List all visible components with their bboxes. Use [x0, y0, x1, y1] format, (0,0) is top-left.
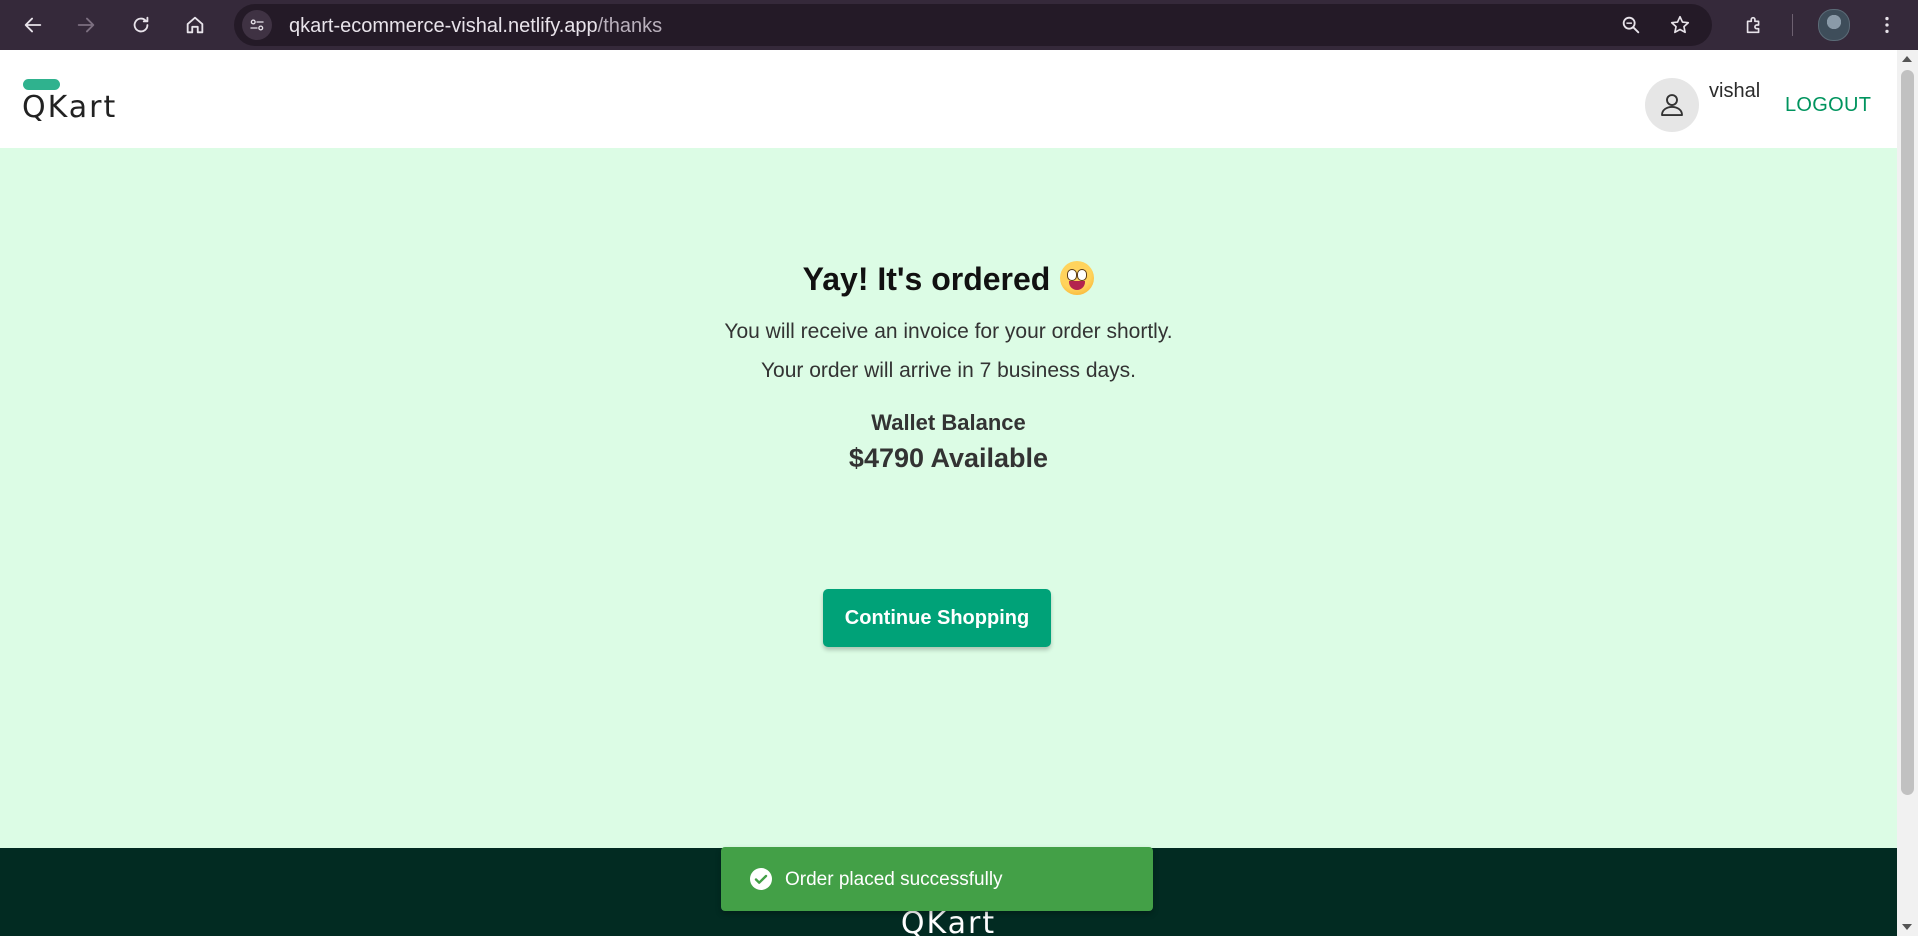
- username: vishal: [1709, 80, 1761, 102]
- browser-toolbar: qkart-ecommerce-vishal.netlify.app/thank…: [0, 0, 1918, 50]
- logo-accent: [23, 79, 60, 90]
- scroll-up-icon[interactable]: [1902, 56, 1912, 62]
- snackbar: Order placed successfully: [721, 847, 1153, 911]
- scroll-down-icon[interactable]: [1902, 924, 1912, 930]
- reload-icon[interactable]: [126, 10, 156, 40]
- logo[interactable]: QKart: [22, 90, 117, 125]
- profile-avatar[interactable]: [1818, 9, 1850, 41]
- wallet-amount: $4790 Available: [848, 443, 1049, 473]
- snackbar-message: Order placed successfully: [785, 869, 1003, 890]
- extensions-icon[interactable]: [1739, 10, 1769, 40]
- url-path: /thanks: [597, 15, 663, 37]
- order-success-section: Yay! It's ordered You will receive an in…: [0, 148, 1897, 848]
- back-arrow-icon[interactable]: [18, 10, 48, 40]
- page-title: Yay! It's ordered: [0, 261, 1897, 298]
- page: QKart vishal LOGOUT Yay! It's ordered Yo…: [0, 50, 1897, 936]
- scrollbar[interactable]: [1897, 50, 1918, 936]
- zoom-icon[interactable]: [1619, 13, 1643, 37]
- wallet-label: Wallet Balance: [871, 410, 1026, 435]
- user-icon: [1661, 94, 1683, 116]
- home-icon[interactable]: [180, 10, 210, 40]
- continue-shopping-button[interactable]: Continue Shopping: [823, 589, 1051, 647]
- invoice-text: You will receive an invoice for your ord…: [724, 320, 1173, 343]
- user-avatar: [1645, 78, 1699, 132]
- address-bar[interactable]: qkart-ecommerce-vishal.netlify.app/thank…: [234, 4, 1712, 46]
- url-host: qkart-ecommerce-vishal.netlify.app: [289, 15, 598, 37]
- title-text: Yay! It's ordered: [802, 261, 1051, 297]
- scroll-thumb[interactable]: [1901, 70, 1914, 795]
- site-info-icon[interactable]: [242, 10, 272, 40]
- arrival-text: Your order will arrive in 7 business day…: [760, 359, 1137, 382]
- more-menu-icon[interactable]: [1872, 10, 1902, 40]
- toolbar-divider: [1792, 14, 1793, 36]
- star-icon[interactable]: [1668, 13, 1692, 37]
- url-text: qkart-ecommerce-vishal.netlify.app/thank…: [289, 15, 662, 38]
- app-header: QKart vishal LOGOUT: [0, 50, 1897, 148]
- logout-button[interactable]: LOGOUT: [1785, 94, 1871, 117]
- grinning-face-icon: [1060, 261, 1095, 295]
- forward-arrow-icon[interactable]: [71, 10, 101, 40]
- check-circle-icon: [750, 868, 772, 890]
